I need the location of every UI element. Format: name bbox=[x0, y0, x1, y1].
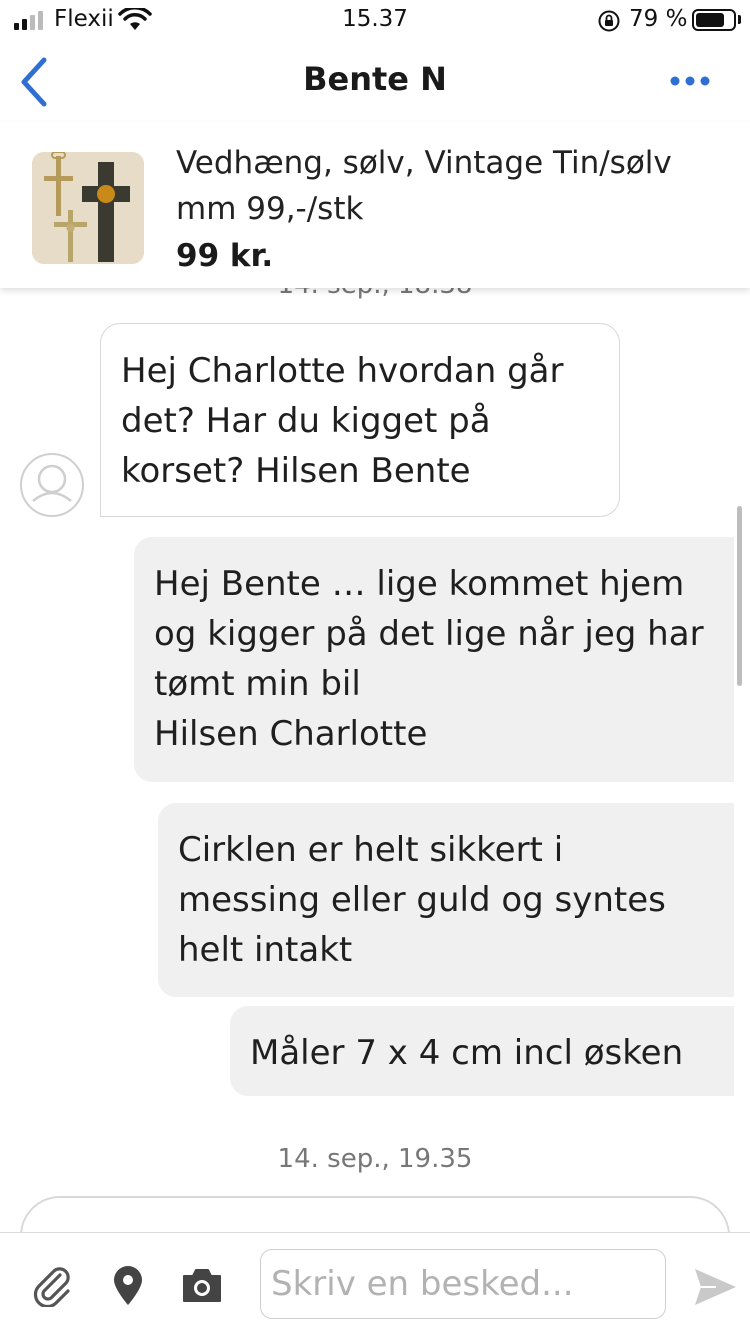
conversation-title: Bente N bbox=[303, 60, 447, 98]
product-header[interactable]: Vedhæng, sølv, Vintage Tin/sølv mm 99,-/… bbox=[0, 122, 750, 288]
paperclip-icon[interactable] bbox=[30, 1263, 74, 1307]
send-icon[interactable] bbox=[692, 1265, 738, 1309]
message-outgoing[interactable]: Cirklen er helt sikkert i messing eller … bbox=[158, 803, 734, 997]
message-outgoing[interactable]: Hej Bente … lige kommet hjem og kigger p… bbox=[134, 537, 734, 782]
crosses-image bbox=[32, 152, 144, 264]
message-incoming[interactable]: Hej Charlotte hvordan går det? Har du ki… bbox=[100, 323, 620, 517]
avatar[interactable] bbox=[20, 453, 84, 517]
navigation-bar: Bente N bbox=[0, 40, 750, 122]
battery-percentage: 79 % bbox=[629, 6, 688, 32]
timestamp: 14. sep., 19.35 bbox=[277, 1144, 473, 1174]
status-bar: Flexii 15.37 79 % bbox=[0, 0, 750, 40]
camera-icon[interactable] bbox=[180, 1263, 224, 1307]
ellipsis-icon[interactable] bbox=[668, 74, 712, 88]
message-composer bbox=[0, 1232, 750, 1334]
message-card-partial[interactable] bbox=[20, 1196, 730, 1232]
chat-thread[interactable]: 14. sep., 18.38 Hej Charlotte hvordan gå… bbox=[0, 288, 750, 1232]
message-outgoing[interactable]: Måler 7 x 4 cm incl øsken bbox=[230, 1006, 734, 1096]
battery-tip bbox=[738, 15, 741, 24]
location-pin-icon[interactable] bbox=[106, 1263, 150, 1307]
product-price: 99 kr. bbox=[176, 238, 274, 274]
battery-level bbox=[696, 13, 725, 27]
message-input[interactable] bbox=[260, 1249, 666, 1319]
product-title[interactable]: Vedhæng, sølv, Vintage Tin/sølv mm 99,-/… bbox=[176, 140, 736, 232]
rotation-lock-icon bbox=[598, 10, 620, 32]
scrollbar[interactable] bbox=[737, 506, 742, 686]
product-thumbnail[interactable] bbox=[32, 152, 144, 264]
battery-icon bbox=[692, 9, 736, 31]
timestamp: 14. sep., 18.38 bbox=[0, 288, 750, 300]
user-avatar-icon bbox=[32, 464, 72, 502]
